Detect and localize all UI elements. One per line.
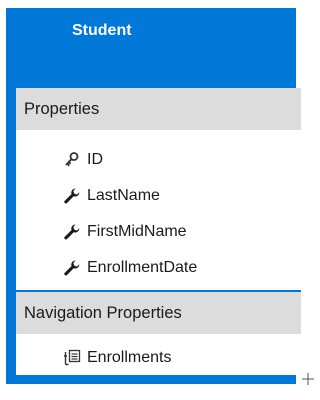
wrench-icon	[63, 223, 81, 241]
property-row-firstmidname[interactable]: FirstMidName	[16, 214, 301, 250]
navigation-property-icon	[63, 349, 81, 367]
navigation-row-enrollments[interactable]: Enrollments	[16, 340, 301, 376]
entity-title: Student	[72, 22, 132, 39]
entity-box-student[interactable]: Student Properties ID LastName FirstMidN…	[6, 8, 301, 384]
property-label: LastName	[87, 187, 160, 204]
navigation-section-header[interactable]: Navigation Properties	[16, 292, 301, 334]
property-label: EnrollmentDate	[87, 259, 198, 276]
navigation-label: Enrollments	[87, 349, 172, 366]
properties-section-header[interactable]: Properties	[16, 88, 301, 130]
resize-handle-icon[interactable]	[301, 372, 315, 386]
property-row-lastname[interactable]: LastName	[16, 178, 301, 214]
property-label: ID	[87, 151, 103, 168]
navigation-header-label: Navigation Properties	[24, 303, 182, 322]
wrench-icon	[63, 259, 81, 277]
entity-body: Properties ID LastName FirstMidName Enro…	[16, 88, 301, 375]
property-row-enrollmentdate[interactable]: EnrollmentDate	[16, 250, 301, 286]
property-row-id[interactable]: ID	[16, 142, 301, 178]
properties-header-label: Properties	[24, 99, 100, 118]
property-label: FirstMidName	[87, 223, 187, 240]
key-icon	[63, 151, 81, 169]
wrench-icon	[63, 187, 81, 205]
